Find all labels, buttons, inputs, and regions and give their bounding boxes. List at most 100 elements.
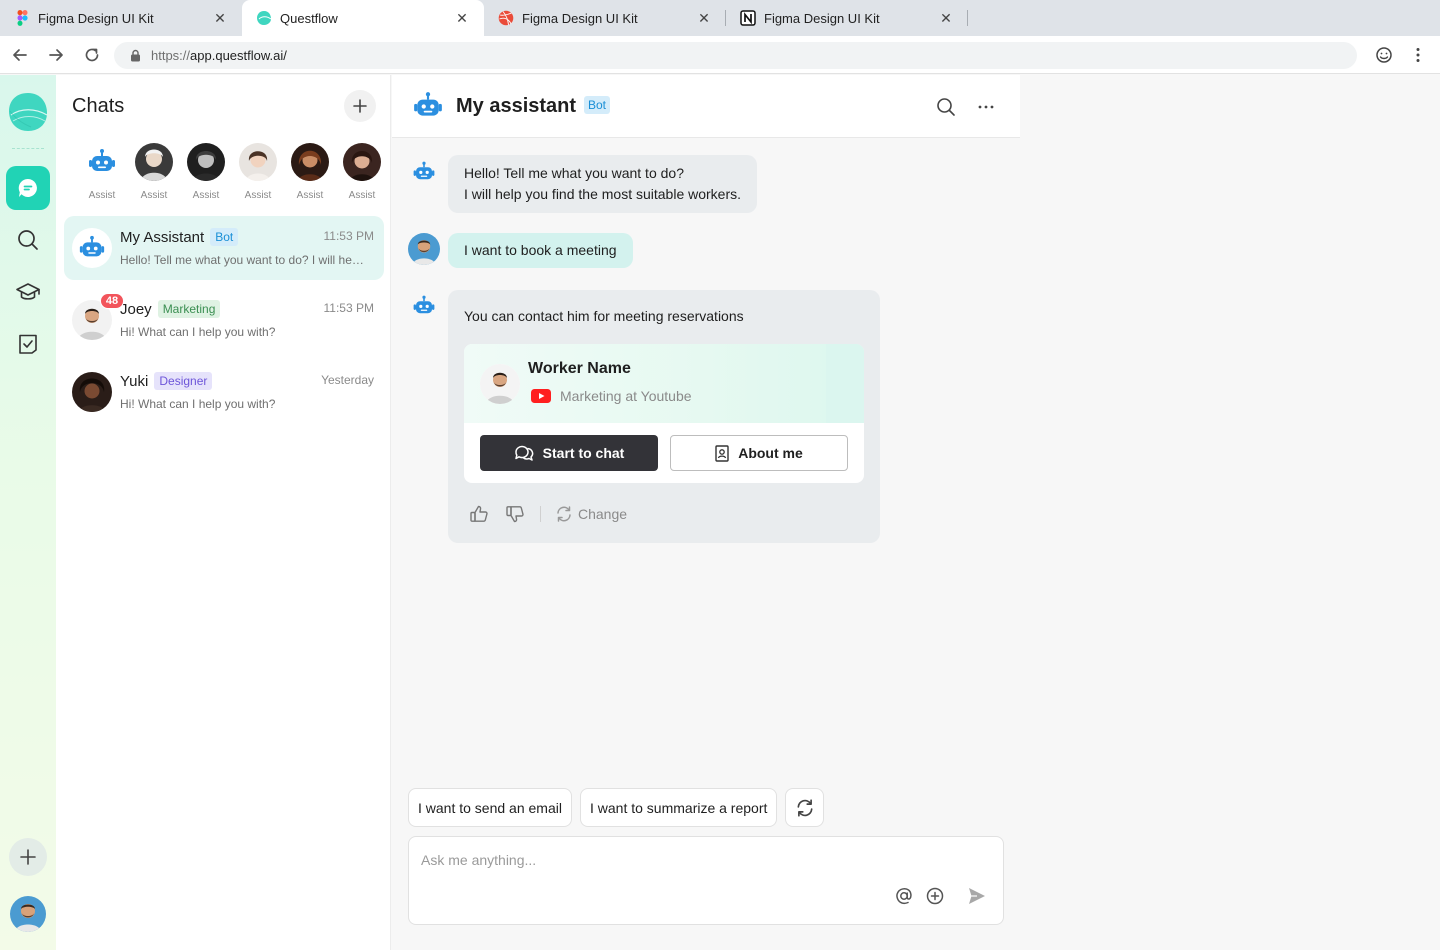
back-button[interactable] (4, 39, 36, 71)
assistant-item[interactable]: Assist (336, 143, 388, 201)
robot-icon (72, 228, 112, 268)
search-icon (937, 98, 955, 116)
assistant-item[interactable]: Assist (232, 143, 284, 201)
conversation-more-button[interactable] (972, 93, 1000, 121)
forward-button[interactable] (40, 39, 72, 71)
change-label: Change (578, 506, 628, 522)
start-chat-label: Start to chat (542, 445, 625, 461)
avatar (343, 143, 381, 181)
conversation-header: My assistant Bot (392, 75, 1020, 138)
rail-item-tasks[interactable] (6, 322, 50, 366)
bot-message: Hello! Tell me what you want to do? I wi… (448, 155, 758, 213)
conversation-title: My assistant (456, 95, 577, 117)
graduation-cap-icon (16, 283, 40, 300)
about-me-button[interactable]: About me (670, 435, 848, 471)
suggestion-chip[interactable]: I want to send an email (408, 788, 572, 827)
suggestion-chip[interactable]: I want to summarize a report (579, 788, 778, 827)
chat-item-joey[interactable]: 48 Joey Marketing 11:53 PM Hi! What can … (64, 288, 384, 352)
thumbs-down-icon (506, 506, 524, 523)
url-field[interactable]: https://app.questflow.ai/ (114, 42, 1357, 69)
about-me-label: About me (738, 445, 803, 461)
tab-title: Figma Design UI Kit (522, 10, 638, 26)
rail-item-learn[interactable] (6, 270, 50, 314)
close-icon[interactable]: ✕ (212, 10, 228, 26)
rail-add-button[interactable] (9, 838, 47, 876)
chat-name: Joey (120, 300, 152, 318)
assistant-item[interactable]: Assist (284, 143, 336, 201)
mention-button[interactable] (893, 885, 915, 907)
robot-icon (412, 90, 444, 127)
bot-message-line: Hello! Tell me what you want to do? (464, 165, 684, 181)
browser-tab-figma-2[interactable]: Figma Design UI Kit ✕ (484, 0, 726, 36)
browser-tab-figma-3[interactable]: Figma Design UI Kit ✕ (726, 0, 968, 36)
close-icon[interactable]: ✕ (938, 10, 954, 26)
message-input[interactable] (421, 849, 981, 871)
send-icon (969, 888, 985, 904)
smiley-icon (1376, 47, 1392, 63)
questflow-icon (256, 10, 272, 26)
worker-card-strip (826, 344, 864, 423)
assistant-item[interactable]: Assist (180, 143, 232, 201)
questflow-logo[interactable] (7, 91, 49, 133)
robot-icon (83, 143, 121, 181)
search-icon (18, 230, 38, 250)
chat-tag: Bot (210, 228, 239, 246)
dribbble-icon (498, 10, 514, 26)
close-icon[interactable]: ✕ (454, 10, 470, 26)
browser-menu-button[interactable] (1402, 39, 1434, 71)
avatar (135, 143, 173, 181)
reload-button[interactable] (76, 39, 108, 71)
chat-preview: Hi! What can I help you with? (120, 397, 276, 411)
assistant-quick-list: Assist Assist Assist Assist Assist Assis… (76, 143, 388, 201)
bot-card-message: You can contact him for meeting reservat… (448, 290, 880, 543)
more-vertical-icon (1416, 48, 1420, 62)
chat-item-my-assistant[interactable]: My Assistant Bot 11:53 PM Hello! Tell me… (64, 216, 384, 280)
chat-name: My Assistant (120, 228, 205, 246)
browser-tab-questflow[interactable]: Questflow ✕ (242, 0, 484, 36)
tab-title: Figma Design UI Kit (764, 10, 880, 26)
chat-preview: Hi! What can I help you with? (120, 325, 276, 339)
chat-tag: Designer (154, 372, 213, 390)
refresh-suggestions-button[interactable] (785, 788, 825, 827)
suggestion-chips: I want to send an email I want to summar… (408, 788, 825, 827)
arrow-left-icon (13, 48, 27, 61)
assistant-item[interactable]: Assist (76, 143, 128, 201)
rail-item-chats[interactable] (6, 166, 50, 210)
plus-icon (353, 99, 367, 113)
chat-tag: Marketing (157, 300, 221, 318)
more-horizontal-icon (978, 105, 994, 109)
close-icon[interactable]: ✕ (696, 10, 712, 26)
tab-title: Figma Design UI Kit (38, 10, 154, 26)
extension-button[interactable] (1368, 39, 1400, 71)
avatar (239, 143, 277, 181)
robot-icon (412, 160, 436, 184)
chat-preview: Hello! Tell me what you want to do? I wi… (120, 253, 366, 267)
tab-separator (967, 10, 968, 26)
attach-button[interactable] (924, 885, 946, 907)
actions-divider (540, 506, 541, 522)
new-chat-button[interactable] (344, 90, 376, 122)
send-button[interactable] (966, 885, 988, 907)
thumbs-up-button[interactable] (468, 503, 490, 525)
url-protocol: https:// (151, 48, 191, 63)
chat-bubbles-icon (514, 445, 533, 461)
browser-tab-figma-1[interactable]: Figma Design UI Kit ✕ (0, 0, 242, 36)
change-button[interactable]: Change (555, 505, 627, 523)
browser-tab-bar: Figma Design UI Kit ✕ Questflow ✕ Figma … (0, 0, 1440, 36)
chat-time: Yesterday (321, 373, 374, 387)
rail-divider (12, 148, 44, 149)
worker-card: Worker Name Marketing at Youtube Start t… (464, 344, 864, 483)
refresh-icon (557, 506, 571, 522)
start-chat-button[interactable]: Start to chat (480, 435, 658, 471)
user-profile-avatar[interactable] (10, 896, 46, 932)
avatar (187, 143, 225, 181)
chat-item-yuki[interactable]: Yuki Designer Yesterday Hi! What can I h… (64, 360, 384, 424)
thumbs-down-button[interactable] (504, 503, 526, 525)
reload-icon (85, 48, 99, 61)
address-bar: https://app.questflow.ai/ (0, 36, 1440, 74)
rail-item-search[interactable] (6, 218, 50, 262)
lock-icon (130, 49, 141, 62)
assistant-item[interactable]: Assist (128, 143, 180, 201)
conversation-search-button[interactable] (932, 93, 960, 121)
refresh-icon (797, 798, 813, 817)
